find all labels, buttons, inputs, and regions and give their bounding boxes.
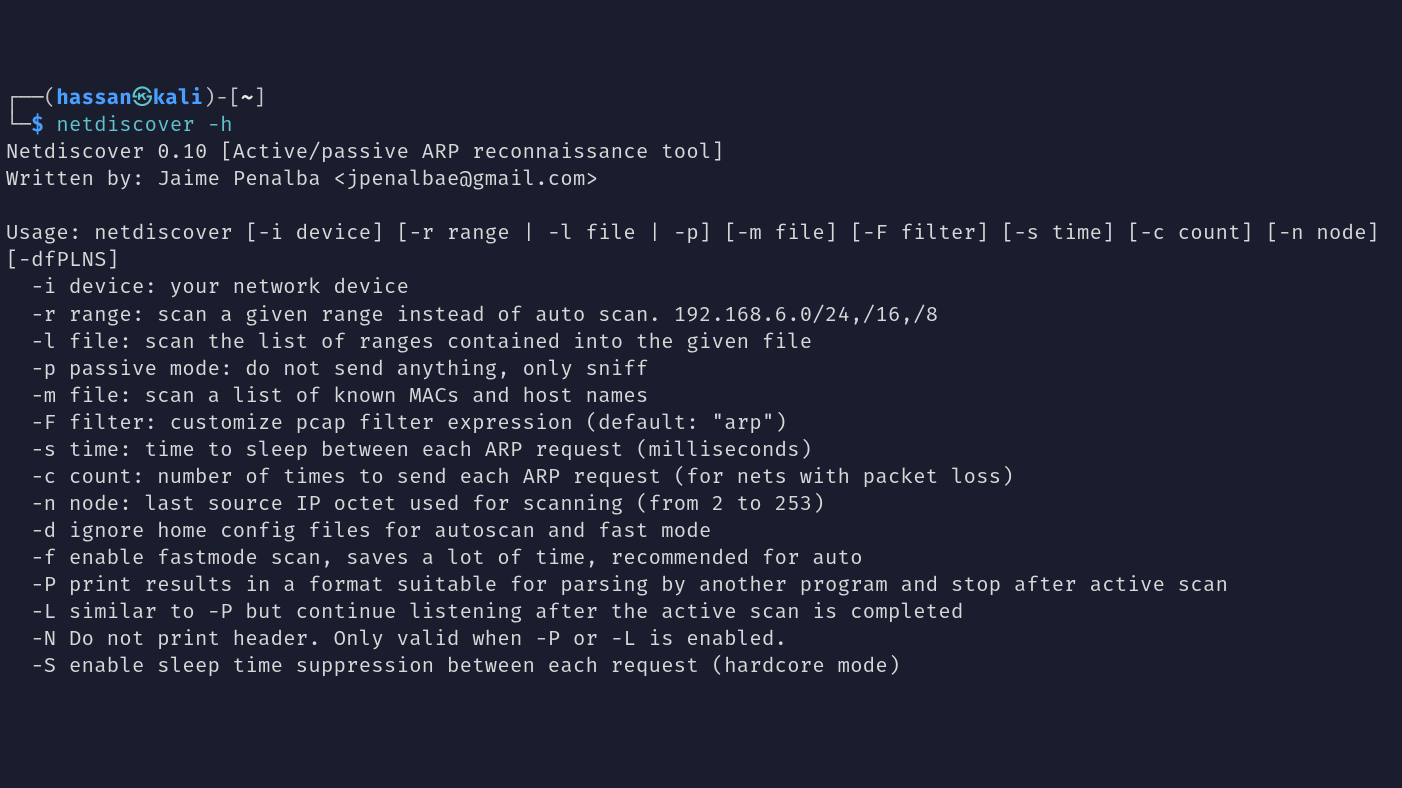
output-blank [6,193,1396,220]
output-option-4: -m file: scan a list of known MACs and h… [6,383,1396,410]
output-author: Written by: Jaime Penalba <jpenalbae@gma… [6,166,1396,193]
output-option-12: -L similar to -P but continue listening … [6,599,1396,626]
output-option-8: -n node: last source IP octet used for s… [6,491,1396,518]
output-option-6: -s time: time to sleep between each ARP … [6,437,1396,464]
output-option-13: -N Do not print header. Only valid when … [6,626,1396,653]
prompt-symbol: $ [31,113,44,137]
terminal-window[interactable]: ┌──(hassan㉿kali)-[~]└─$ netdiscover -hNe… [6,85,1396,680]
output-option-2: -l file: scan the list of ranges contain… [6,329,1396,356]
prompt-path: ~ [241,86,254,110]
output-option-11: -P print results in a format suitable fo… [6,572,1396,599]
skull-icon: ㉿ [132,86,153,110]
prompt-user: hassan [56,86,132,110]
output-option-0: -i device: your network device [6,274,1396,301]
output-option-7: -c count: number of times to send each A… [6,464,1396,491]
output-usage: Usage: netdiscover [-i device] [-r range… [6,220,1396,274]
prompt-line-1: ┌──(hassan㉿kali)-[~] [6,85,1396,112]
prompt-host: kali [153,86,203,110]
output-option-5: -F filter: customize pcap filter express… [6,410,1396,437]
output-option-1: -r range: scan a given range instead of … [6,302,1396,329]
output-option-14: -S enable sleep time suppression between… [6,653,1396,680]
output-option-10: -f enable fastmode scan, saves a lot of … [6,545,1396,572]
prompt-line-2: └─$ netdiscover -h [6,112,1396,139]
output-option-9: -d ignore home config files for autoscan… [6,518,1396,545]
command-text[interactable]: netdiscover -h [56,113,232,137]
output-option-3: -p passive mode: do not send anything, o… [6,356,1396,383]
output-title: Netdiscover 0.10 [Active/passive ARP rec… [6,139,1396,166]
